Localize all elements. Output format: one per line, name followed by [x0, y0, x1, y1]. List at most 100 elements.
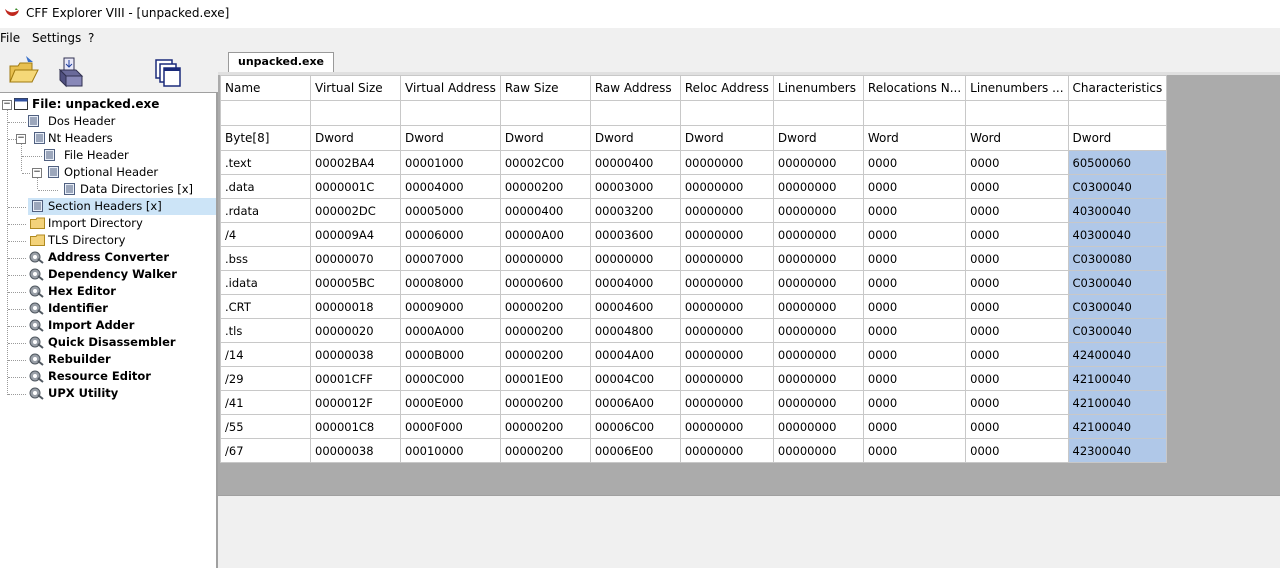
table-cell[interactable]: .bss — [220, 246, 311, 271]
table-cell[interactable]: 00006A00 — [589, 390, 681, 415]
table-cell[interactable]: 00000000 — [772, 246, 864, 271]
table-cell[interactable]: 00000A00 — [499, 222, 591, 247]
table-cell[interactable]: 0000 — [965, 390, 1069, 415]
menu-file[interactable]: File — [0, 31, 20, 45]
header-spacer-row-cell[interactable] — [862, 100, 967, 126]
table-cell[interactable]: 00000200 — [499, 438, 591, 463]
table-cell[interactable]: 00000000 — [772, 318, 864, 343]
column-type-row-cell[interactable]: Dword — [679, 125, 774, 151]
header-spacer-row-cell[interactable] — [400, 100, 501, 126]
table-cell[interactable]: 00000038 — [310, 438, 401, 463]
tree-item-file[interactable]: File: unpacked.exe — [12, 96, 212, 113]
header-spacer-row-cell[interactable] — [499, 100, 591, 126]
table-cell[interactable]: 0000 — [862, 438, 967, 463]
table-cell[interactable]: 00000000 — [772, 150, 864, 175]
table-cell[interactable]: C0300040 — [1067, 174, 1168, 199]
menu-help[interactable]: ? — [88, 31, 94, 45]
windows-button[interactable] — [152, 52, 186, 88]
save-button[interactable] — [52, 52, 86, 88]
table-cell[interactable]: 00000400 — [499, 198, 591, 223]
column-header-row-cell[interactable]: Raw Address — [589, 75, 681, 101]
table-cell[interactable]: 42100040 — [1067, 390, 1168, 415]
table-cell[interactable]: 00004000 — [400, 174, 501, 199]
column-header-row-cell[interactable]: Reloc Address — [679, 75, 774, 101]
table-cell[interactable]: 0000C000 — [400, 366, 501, 391]
table-cell[interactable]: 00003600 — [589, 222, 681, 247]
table-cell[interactable]: .text — [220, 150, 311, 175]
table-cell[interactable]: 00004600 — [589, 294, 681, 319]
header-spacer-row-cell[interactable] — [1067, 100, 1168, 126]
table-cell[interactable]: 0000 — [965, 222, 1069, 247]
table-cell[interactable]: 0000B000 — [400, 342, 501, 367]
table-cell[interactable]: 00000000 — [679, 270, 774, 295]
table-cell[interactable]: 0000 — [965, 198, 1069, 223]
table-cell[interactable]: 00000000 — [679, 246, 774, 271]
table-cell[interactable]: 0000012F — [310, 390, 401, 415]
table-cell[interactable]: 00000000 — [772, 222, 864, 247]
table-cell[interactable]: 00000000 — [772, 270, 864, 295]
table-cell[interactable]: 0000 — [965, 414, 1069, 439]
column-type-row-cell[interactable]: Dword — [589, 125, 681, 151]
table-cell[interactable]: 00000200 — [499, 390, 591, 415]
table-cell[interactable]: 00002BA4 — [310, 150, 401, 175]
header-spacer-row-cell[interactable] — [679, 100, 774, 126]
table-cell[interactable]: .CRT — [220, 294, 311, 319]
table-cell[interactable]: 00004000 — [589, 270, 681, 295]
table-cell[interactable]: /55 — [220, 414, 311, 439]
table-cell[interactable]: 00004C00 — [589, 366, 681, 391]
table-cell[interactable]: 00007000 — [400, 246, 501, 271]
table-cell[interactable]: 000005BC — [310, 270, 401, 295]
table-cell[interactable]: 0000 — [862, 222, 967, 247]
table-cell[interactable]: 0000 — [965, 438, 1069, 463]
column-header-row-cell[interactable]: Virtual Size — [310, 75, 401, 101]
tree-collapse-toggle[interactable]: − — [16, 134, 26, 144]
table-cell[interactable]: 00000000 — [772, 198, 864, 223]
table-cell[interactable]: 00000020 — [310, 318, 401, 343]
tree-collapse-toggle[interactable]: − — [2, 100, 12, 110]
table-cell[interactable]: 0000 — [965, 366, 1069, 391]
table-cell[interactable]: 00000038 — [310, 342, 401, 367]
table-cell[interactable]: 00000600 — [499, 270, 591, 295]
table-cell[interactable]: 00000200 — [499, 294, 591, 319]
column-header-row-cell[interactable]: Linenumbers — [772, 75, 864, 101]
table-cell[interactable]: 00009000 — [400, 294, 501, 319]
table-cell[interactable]: 00003200 — [589, 198, 681, 223]
table-cell[interactable]: /29 — [220, 366, 311, 391]
table-cell[interactable]: .data — [220, 174, 311, 199]
table-cell[interactable]: C0300040 — [1067, 318, 1168, 343]
table-cell[interactable]: 00006000 — [400, 222, 501, 247]
table-cell[interactable]: 00000000 — [679, 390, 774, 415]
table-cell[interactable]: 0000 — [862, 390, 967, 415]
table-cell[interactable]: 42100040 — [1067, 414, 1168, 439]
table-cell[interactable]: 00000000 — [679, 174, 774, 199]
table-cell[interactable]: 00000000 — [772, 414, 864, 439]
table-cell[interactable]: 00000000 — [679, 438, 774, 463]
column-type-row-cell[interactable]: Dword — [499, 125, 591, 151]
table-cell[interactable]: 0000001C — [310, 174, 401, 199]
column-header-row-cell[interactable]: Relocations N... — [862, 75, 967, 101]
table-cell[interactable]: 00000200 — [499, 318, 591, 343]
table-cell[interactable]: 0000 — [862, 246, 967, 271]
table-cell[interactable]: 00000000 — [772, 342, 864, 367]
column-header-row-cell[interactable]: Name — [220, 75, 311, 101]
header-spacer-row-cell[interactable] — [772, 100, 864, 126]
table-cell[interactable]: 00008000 — [400, 270, 501, 295]
open-folder-button[interactable] — [6, 52, 40, 88]
column-type-row-cell[interactable]: Word — [965, 125, 1069, 151]
table-cell[interactable]: 00000000 — [679, 150, 774, 175]
column-type-row-cell[interactable]: Dword — [1067, 125, 1168, 151]
table-cell[interactable]: 00006C00 — [589, 414, 681, 439]
table-cell[interactable]: 00010000 — [400, 438, 501, 463]
table-cell[interactable]: /67 — [220, 438, 311, 463]
table-cell[interactable]: 60500060 — [1067, 150, 1168, 175]
table-cell[interactable]: .tls — [220, 318, 311, 343]
column-header-row-cell[interactable]: Raw Size — [499, 75, 591, 101]
column-type-row-cell[interactable]: Dword — [772, 125, 864, 151]
table-cell[interactable]: 0000 — [965, 150, 1069, 175]
column-type-row-cell[interactable]: Dword — [400, 125, 501, 151]
table-cell[interactable]: 42100040 — [1067, 366, 1168, 391]
table-cell[interactable]: 00004800 — [589, 318, 681, 343]
table-cell[interactable]: 00000070 — [310, 246, 401, 271]
table-cell[interactable]: 0000A000 — [400, 318, 501, 343]
table-cell[interactable]: .rdata — [220, 198, 311, 223]
